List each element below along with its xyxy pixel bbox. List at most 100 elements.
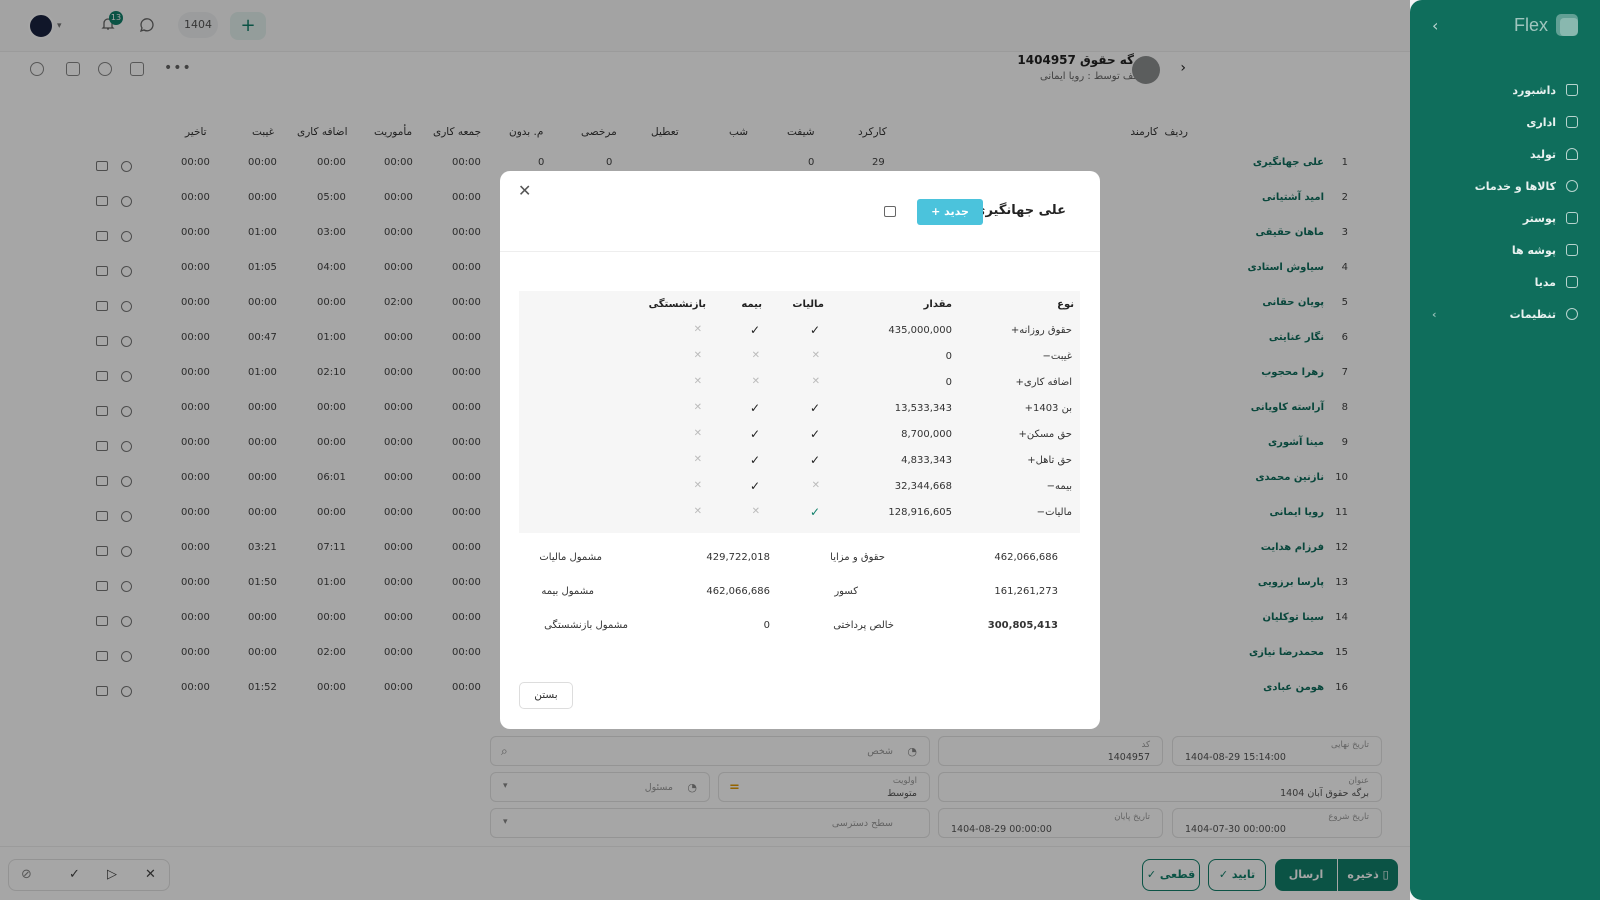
cross-icon: ✕ (693, 506, 702, 517)
net-pay-label: خالص پرداختی (833, 620, 894, 631)
folder-icon (1566, 244, 1578, 256)
check-icon: ✓ (749, 323, 760, 337)
close-button[interactable]: بستن (519, 682, 573, 709)
divider (500, 251, 1100, 252)
sidebar-item-products[interactable]: کالاها و خدمات (1410, 170, 1600, 202)
insurable-label: مشمول بیمه (541, 586, 594, 597)
header-pension: بازنشستگی (648, 299, 706, 310)
payslip-items-table: نوع مقدار مالیات بیمه بازنشستگی +حقوق رو… (519, 291, 1080, 533)
settings-icon (1566, 308, 1578, 320)
sidebar-item-label: تولید (1529, 147, 1556, 161)
sidebar-item-poster[interactable]: پوستر (1410, 202, 1600, 234)
insurable-value: 462,066,686 (706, 586, 770, 597)
header-type: نوع (1057, 299, 1074, 310)
table-row[interactable]: −بیمه 32,344,668 ✕ ✓ ✕ (519, 473, 1080, 499)
sidebar-item-label: پوستر (1522, 211, 1556, 225)
cross-icon: ✕ (693, 454, 702, 465)
cross-icon: ✕ (693, 376, 702, 387)
sidebar-item-label: پوشه ها (1511, 243, 1556, 257)
cross-icon: ✕ (751, 376, 760, 387)
item-type: −غیبت (1042, 351, 1072, 362)
gross-label: حقوق و مزایا (830, 552, 885, 563)
table-row[interactable]: −غیبت 0 ✕ ✕ ✕ (519, 343, 1080, 369)
table-row[interactable]: +حق مسکن 8,700,000 ✓ ✓ ✕ (519, 421, 1080, 447)
cross-icon: ✕ (811, 350, 820, 361)
cross-icon: ✕ (693, 480, 702, 491)
pensionable-label: مشمول بازنشستگی (544, 620, 628, 631)
check-icon: ✓ (749, 453, 760, 467)
deduction-label: کسور (834, 586, 858, 597)
sidebar-item-office[interactable]: اداری (1410, 106, 1600, 138)
print-icon[interactable] (884, 206, 896, 217)
sidebar-item-folders[interactable]: پوشه ها (1410, 234, 1600, 266)
check-icon: ✓ (749, 401, 760, 415)
sidebar-item-production[interactable]: تولید (1410, 138, 1600, 170)
briefcase-icon (1566, 116, 1578, 128)
header-insurance: بیمه (741, 299, 762, 310)
check-icon: ✓ (809, 427, 820, 441)
item-amount: 32,344,668 (894, 481, 952, 492)
cross-icon: ✕ (751, 350, 760, 361)
cross-icon: ✕ (811, 376, 820, 387)
logo-icon (1556, 14, 1578, 36)
item-type: +اضافه کاری (1015, 377, 1073, 388)
check-icon: ✓ (809, 323, 820, 337)
cross-icon: ✕ (693, 324, 702, 335)
item-amount: 13,533,343 (894, 403, 952, 414)
check-icon: ✓ (749, 479, 760, 493)
cross-icon: ✕ (811, 480, 820, 491)
media-icon (1566, 276, 1578, 288)
header-tax: مالیات (792, 299, 824, 310)
new-item-button[interactable]: + جدید (917, 199, 983, 225)
sidebar: Flex ‹ داشبورد اداری تولید کالاها و خدما… (1410, 0, 1600, 900)
check-icon: ✓ (809, 505, 820, 519)
item-type: −بیمه (1046, 481, 1072, 492)
cross-icon: ✕ (693, 402, 702, 413)
item-amount: 128,916,605 (888, 507, 952, 518)
item-amount: 0 (945, 377, 952, 388)
item-amount: 0 (945, 351, 952, 362)
sidebar-menu: داشبورد اداری تولید کالاها و خدمات پوستر… (1410, 74, 1600, 330)
sidebar-item-label: تنظیمات (1509, 307, 1556, 321)
app-logo: Flex (1514, 14, 1578, 36)
item-amount: 435,000,000 (888, 325, 952, 336)
collapse-sidebar-icon[interactable]: ‹ (1432, 16, 1438, 35)
pensionable-value: 0 (763, 620, 770, 631)
check-icon: ✓ (809, 401, 820, 415)
sidebar-item-label: مدیا (1534, 275, 1556, 289)
item-type: +حق تاهل (1027, 455, 1072, 466)
check-icon: ✓ (749, 427, 760, 441)
item-amount: 4,833,343 (901, 455, 952, 466)
cross-icon: ✕ (693, 428, 702, 439)
sidebar-item-label: اداری (1526, 115, 1556, 129)
taxable-value: 429,722,018 (706, 552, 770, 563)
home-icon (1566, 84, 1578, 96)
taxable-label: مشمول مالیات (539, 552, 602, 563)
net-pay-value: 300,805,413 (987, 620, 1058, 631)
logo-text: Flex (1513, 14, 1548, 35)
table-row[interactable]: +حقوق روزانه 435,000,000 ✓ ✓ ✕ (519, 317, 1080, 343)
cross-icon: ✕ (693, 350, 702, 361)
table-row[interactable]: +بن 1403 13,533,343 ✓ ✓ ✕ (519, 395, 1080, 421)
table-row[interactable]: +اضافه کاری 0 ✕ ✕ ✕ (519, 369, 1080, 395)
sidebar-item-label: داشبورد (1512, 83, 1556, 97)
gross-value: 462,066,686 (994, 552, 1058, 563)
close-icon[interactable]: ✕ (518, 181, 531, 200)
cross-icon: ✕ (751, 506, 760, 517)
item-type: −مالیات (1036, 507, 1072, 518)
deduction-value: 161,261,273 (994, 586, 1058, 597)
table-row[interactable]: −مالیات 128,916,605 ✓ ✕ ✕ (519, 499, 1080, 525)
item-amount: 8,700,000 (901, 429, 952, 440)
sidebar-item-media[interactable]: مدیا (1410, 266, 1600, 298)
sidebar-item-settings[interactable]: تنظیمات ‹ (1410, 298, 1600, 330)
table-row[interactable]: +حق تاهل 4,833,343 ✓ ✓ ✕ (519, 447, 1080, 473)
modal-title: علی جهانگیری (973, 203, 1066, 218)
sidebar-item-dashboard[interactable]: داشبورد (1410, 74, 1600, 106)
header-amount: مقدار (923, 299, 952, 310)
sidebar-item-label: کالاها و خدمات (1474, 179, 1556, 193)
chevron-left-icon: ‹ (1432, 307, 1437, 321)
poster-icon (1566, 212, 1578, 224)
item-type: +بن 1403 (1024, 403, 1072, 414)
item-type: +حقوق روزانه (1010, 325, 1072, 336)
payslip-detail-modal: ✕ علی جهانگیری + جدید نوع مقدار مالیات ب… (500, 171, 1100, 729)
